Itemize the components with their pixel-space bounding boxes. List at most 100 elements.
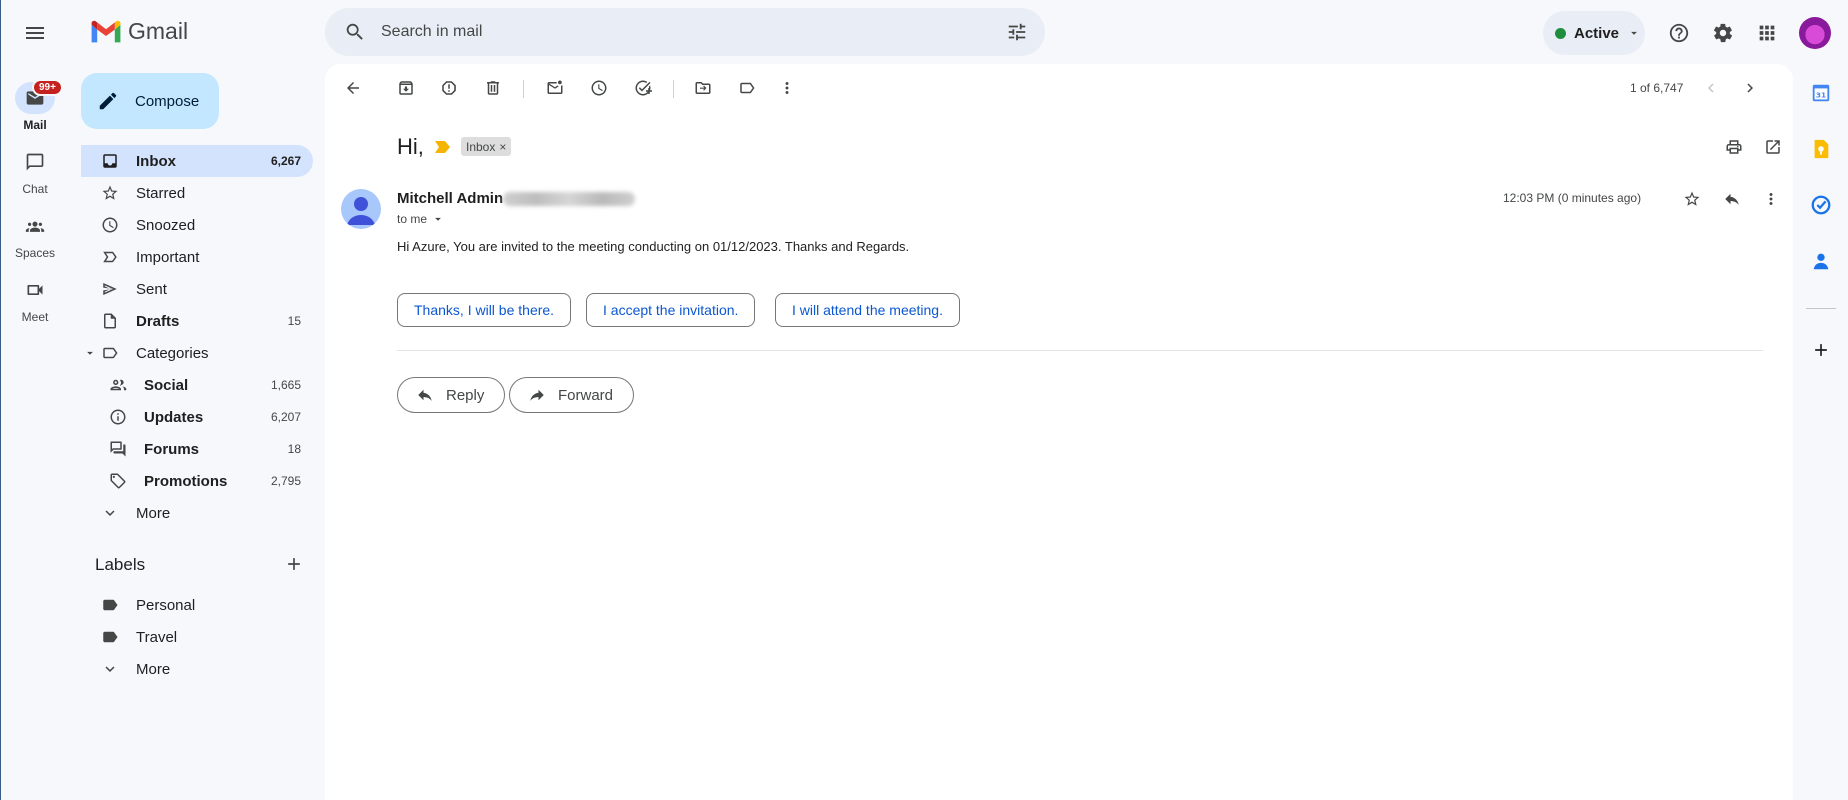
- open-in-new-icon: [1766, 140, 1780, 154]
- nav-count: 6,207: [270, 410, 301, 424]
- more-actions-button[interactable]: [769, 70, 805, 106]
- account-avatar[interactable]: [1799, 17, 1831, 49]
- nav-item-starred[interactable]: Starred: [81, 177, 313, 209]
- compose-button[interactable]: Compose: [81, 73, 219, 129]
- label-icon: [103, 631, 118, 643]
- nav-count: 1,665: [270, 378, 301, 392]
- create-label-button[interactable]: [276, 546, 312, 582]
- nav-item-important[interactable]: Important: [81, 241, 313, 273]
- status-selector[interactable]: Active: [1543, 11, 1645, 55]
- nav-item-updates[interactable]: Updates 6,207: [81, 401, 313, 433]
- message-more-button[interactable]: [1753, 181, 1789, 217]
- label-item-travel[interactable]: Travel: [81, 621, 313, 653]
- search-button[interactable]: [335, 12, 375, 52]
- star-icon: [102, 185, 118, 200]
- report-spam-button[interactable]: [431, 70, 467, 106]
- label-item-personal[interactable]: Personal: [81, 589, 313, 621]
- open-new-window-button[interactable]: [1755, 129, 1791, 165]
- reply-icon-button[interactable]: [1714, 181, 1750, 217]
- forward-label: Forward: [558, 386, 614, 404]
- pencil-icon: [99, 92, 117, 110]
- chevron-left-icon: [1708, 83, 1714, 93]
- support-button[interactable]: [1659, 13, 1699, 53]
- smart-reply-2[interactable]: I accept the invitation.: [586, 293, 756, 327]
- calendar-icon: 31: [1812, 84, 1830, 102]
- forward-button[interactable]: Forward: [509, 377, 635, 413]
- mark-unread-button[interactable]: [537, 70, 573, 106]
- older-button[interactable]: [1732, 70, 1768, 106]
- settings-button[interactable]: [1703, 13, 1743, 53]
- important-marker-icon[interactable]: [435, 141, 451, 153]
- nav-item-categories[interactable]: Categories: [81, 337, 313, 369]
- newer-button[interactable]: [1693, 70, 1729, 106]
- recipient-details[interactable]: to me: [397, 212, 445, 226]
- label-icon: [103, 599, 118, 611]
- nav-item-drafts[interactable]: Drafts 15: [81, 305, 313, 337]
- snooze-button[interactable]: [581, 70, 617, 106]
- rail-spaces[interactable]: Spaces: [0, 210, 70, 260]
- gear-icon: [1713, 23, 1733, 43]
- nav-item-more[interactable]: More: [81, 497, 313, 529]
- label-chip-text: Inbox: [466, 139, 496, 154]
- get-addons-button[interactable]: [1806, 335, 1836, 365]
- archive-button[interactable]: [388, 70, 424, 106]
- send-icon: [103, 283, 117, 295]
- move-to-button[interactable]: [685, 70, 721, 106]
- nav-item-promotions[interactable]: Promotions 2,795: [81, 465, 313, 497]
- sender-name: Mitchell Admin: [397, 190, 504, 207]
- nav-label: Snoozed: [136, 216, 196, 234]
- delete-button[interactable]: [475, 70, 511, 106]
- smart-reply-1[interactable]: Thanks, I will be there.: [397, 293, 572, 327]
- main-menu-button[interactable]: [15, 13, 55, 53]
- trash-icon: [487, 81, 499, 95]
- tasks-app-button[interactable]: [1806, 190, 1836, 220]
- nav-item-inbox[interactable]: Inbox 6,267: [81, 145, 313, 177]
- remove-label-icon[interactable]: ×: [499, 140, 506, 154]
- reply-icon: [1725, 193, 1739, 205]
- search-bar[interactable]: [325, 8, 1045, 56]
- toolbar-divider: [673, 80, 674, 98]
- gmail-logo[interactable]: Gmail: [90, 18, 188, 45]
- nav-label: Updates: [144, 408, 204, 426]
- nav-item-snoozed[interactable]: Snoozed: [81, 209, 313, 241]
- keep-app-button[interactable]: [1806, 134, 1836, 164]
- nav-item-forums[interactable]: Forums 18: [81, 433, 313, 465]
- nav-item-sent[interactable]: Sent: [81, 273, 313, 305]
- labels-button[interactable]: [729, 70, 765, 106]
- rail-chat[interactable]: Chat: [0, 146, 70, 196]
- nav-count: 18: [287, 442, 301, 456]
- print-button[interactable]: [1716, 129, 1752, 165]
- rail-meet[interactable]: Meet: [0, 274, 70, 324]
- labels-more[interactable]: More: [81, 653, 313, 685]
- rail-spaces-pill: [15, 210, 55, 242]
- add-to-tasks-button[interactable]: [625, 70, 661, 106]
- sender-avatar[interactable]: [341, 189, 381, 229]
- arrow-back-icon: [347, 82, 359, 94]
- forum-icon: [110, 441, 126, 457]
- label-name: Personal: [136, 596, 196, 614]
- email-body: Hi Azure, You are invited to the meeting…: [397, 239, 910, 254]
- nav-label: More: [136, 504, 171, 522]
- search-options-button[interactable]: [997, 12, 1037, 52]
- google-apps-button[interactable]: [1747, 13, 1787, 53]
- info-icon: [110, 409, 126, 425]
- pagination-text: 1 of 6,747: [1630, 81, 1684, 95]
- toolbar-divider: [523, 80, 524, 98]
- more-vert-icon: [1769, 193, 1773, 205]
- smart-reply-3[interactable]: I will attend the meeting.: [775, 293, 960, 327]
- search-input[interactable]: [375, 8, 997, 56]
- star-button[interactable]: [1674, 181, 1710, 217]
- rail-mail-label: Mail: [23, 118, 47, 132]
- svg-text:31: 31: [1816, 91, 1826, 100]
- help-icon: [1669, 23, 1689, 43]
- label-name: Travel: [136, 628, 178, 646]
- back-button[interactable]: [335, 70, 371, 106]
- nav-item-social[interactable]: Social 1,665: [81, 369, 313, 401]
- gmail-m-icon: [91, 20, 121, 42]
- keep-bulb-icon: [1814, 139, 1829, 159]
- calendar-app-button[interactable]: 31: [1806, 78, 1836, 108]
- nav-count: 15: [287, 314, 301, 328]
- contacts-app-button[interactable]: [1806, 246, 1836, 276]
- reply-button[interactable]: Reply: [397, 377, 506, 413]
- status-label: Active: [1574, 24, 1620, 42]
